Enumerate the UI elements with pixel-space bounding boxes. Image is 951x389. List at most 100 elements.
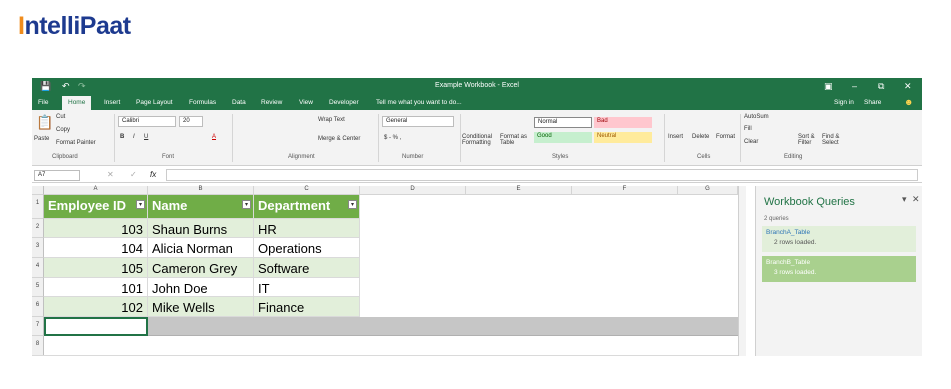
worksheet-grid[interactable]: A B C D E F G 1 2 3 4 5 6 7 8 Employee I… bbox=[32, 186, 746, 356]
font-size-select[interactable]: 20 bbox=[179, 116, 203, 127]
selected-row[interactable] bbox=[148, 317, 746, 336]
format-cells-button[interactable]: Format bbox=[716, 134, 735, 140]
tab-review[interactable]: Review bbox=[261, 99, 282, 106]
cut-button[interactable]: Cut bbox=[56, 114, 65, 120]
column-header[interactable]: D bbox=[360, 186, 466, 195]
tab-data[interactable]: Data bbox=[232, 99, 246, 106]
pane-close-icon[interactable]: ✕ bbox=[912, 194, 920, 205]
tab-home[interactable]: Home bbox=[62, 96, 92, 110]
query-item[interactable]: BranchB_Table 3 rows loaded. bbox=[762, 256, 916, 282]
accounting-format-button[interactable]: $ - % , bbox=[384, 135, 401, 141]
table-cell[interactable]: Operations bbox=[254, 238, 360, 258]
table-cell[interactable]: 102 bbox=[44, 297, 148, 317]
sort-filter-button[interactable]: Sort & Filter bbox=[798, 134, 822, 146]
filter-dropdown-icon[interactable]: ▾ bbox=[136, 200, 145, 209]
style-neutral[interactable]: Neutral bbox=[594, 132, 652, 143]
row-header[interactable]: 4 bbox=[32, 258, 44, 278]
table-cell[interactable]: IT bbox=[254, 278, 360, 297]
table-cell[interactable]: 101 bbox=[44, 278, 148, 297]
filter-dropdown-icon[interactable]: ▾ bbox=[242, 200, 251, 209]
italic-button[interactable]: I bbox=[133, 134, 135, 140]
conditional-formatting-button[interactable]: Conditional Formatting bbox=[462, 134, 502, 146]
query-name: BranchA_Table bbox=[766, 229, 811, 236]
paste-icon[interactable]: 📋 bbox=[36, 114, 53, 131]
row-header[interactable]: 7 bbox=[32, 317, 44, 336]
paste-button[interactable]: Paste bbox=[34, 136, 49, 142]
filter-dropdown-icon[interactable]: ▾ bbox=[348, 200, 357, 209]
minimize-icon[interactable]: – bbox=[852, 81, 857, 91]
style-good[interactable]: Good bbox=[534, 132, 592, 143]
fill-button[interactable]: Fill bbox=[744, 126, 752, 132]
tab-insert[interactable]: Insert bbox=[104, 99, 120, 106]
number-group-label: Number bbox=[402, 154, 424, 160]
table-cell[interactable]: Alicia Norman bbox=[148, 238, 254, 258]
active-cell[interactable] bbox=[44, 317, 148, 336]
table-cell[interactable]: Software bbox=[254, 258, 360, 278]
tell-me-search[interactable]: Tell me what you want to do... bbox=[376, 99, 462, 106]
column-header[interactable]: G bbox=[678, 186, 738, 195]
ribbon-display-icon[interactable]: ▣ bbox=[824, 81, 833, 92]
menu-bar: File Home Insert Page Layout Formulas Da… bbox=[32, 96, 922, 110]
column-header[interactable]: C bbox=[254, 186, 360, 195]
table-header-cell[interactable]: Employee ID ▾ bbox=[44, 195, 148, 219]
sign-in-link[interactable]: Sign in bbox=[834, 99, 854, 106]
column-header[interactable]: A bbox=[44, 186, 148, 195]
style-normal[interactable]: Normal bbox=[534, 117, 592, 128]
format-painter-button[interactable]: Format Painter bbox=[56, 140, 96, 146]
close-icon[interactable]: ✕ bbox=[904, 81, 912, 92]
table-cell[interactable]: Finance bbox=[254, 297, 360, 317]
wrap-text-button[interactable]: Wrap Text bbox=[318, 117, 345, 123]
restore-icon[interactable]: ⧉ bbox=[878, 81, 884, 92]
row-header[interactable]: 3 bbox=[32, 238, 44, 258]
column-header[interactable]: E bbox=[466, 186, 572, 195]
table-cell[interactable]: Shaun Burns bbox=[148, 219, 254, 238]
formula-input[interactable] bbox=[166, 169, 918, 181]
table-cell[interactable]: 104 bbox=[44, 238, 148, 258]
copy-button[interactable]: Copy bbox=[56, 127, 70, 133]
insert-function-icon[interactable]: fx bbox=[150, 170, 156, 179]
row-header[interactable]: 5 bbox=[32, 278, 44, 297]
pane-options-icon[interactable]: ▾ bbox=[902, 194, 907, 205]
style-bad[interactable]: Bad bbox=[594, 117, 652, 128]
number-format-select[interactable]: General bbox=[382, 116, 454, 127]
table-header-cell[interactable]: Department ▾ bbox=[254, 195, 360, 219]
tab-formulas[interactable]: Formulas bbox=[189, 99, 216, 106]
tab-page-layout[interactable]: Page Layout bbox=[136, 99, 173, 106]
merge-center-button[interactable]: Merge & Center bbox=[318, 136, 360, 142]
tab-file[interactable]: File bbox=[38, 99, 48, 106]
query-item[interactable]: BranchA_Table 2 rows loaded. bbox=[762, 226, 916, 252]
table-cell[interactable]: HR bbox=[254, 219, 360, 238]
bold-button[interactable]: B bbox=[120, 134, 124, 140]
tab-developer[interactable]: Developer bbox=[329, 99, 359, 106]
table-cell[interactable]: Cameron Grey bbox=[148, 258, 254, 278]
tab-view[interactable]: View bbox=[299, 99, 313, 106]
column-header[interactable]: F bbox=[572, 186, 678, 195]
autosum-button[interactable]: AutoSum bbox=[744, 114, 769, 120]
share-button[interactable]: Share bbox=[864, 99, 881, 106]
row-header[interactable]: 1 bbox=[32, 195, 44, 219]
underline-button[interactable]: U bbox=[144, 134, 148, 140]
enter-icon[interactable]: ✓ bbox=[130, 170, 137, 179]
row-header[interactable]: 8 bbox=[32, 336, 44, 356]
font-color-button[interactable]: A bbox=[212, 134, 216, 140]
cancel-icon[interactable]: ✕ bbox=[107, 170, 114, 179]
delete-cells-button[interactable]: Delete bbox=[692, 134, 709, 140]
table-cell[interactable]: 103 bbox=[44, 219, 148, 238]
table-cell[interactable]: Mike Wells bbox=[148, 297, 254, 317]
table-cell[interactable]: John Doe bbox=[148, 278, 254, 297]
vertical-scrollbar[interactable] bbox=[738, 186, 746, 356]
row-header[interactable]: 6 bbox=[32, 297, 44, 317]
table-header-cell[interactable]: Name ▾ bbox=[148, 195, 254, 219]
column-header[interactable]: B bbox=[148, 186, 254, 195]
smiley-icon[interactable]: ☻ bbox=[904, 97, 913, 107]
row-header[interactable]: 2 bbox=[32, 219, 44, 238]
format-as-table-button[interactable]: Format as Table bbox=[500, 134, 532, 146]
find-select-button[interactable]: Find & Select bbox=[822, 134, 848, 146]
select-all-corner[interactable] bbox=[32, 186, 44, 195]
name-box[interactable]: A7 bbox=[34, 170, 80, 181]
insert-cells-button[interactable]: Insert bbox=[668, 134, 683, 140]
font-name-select[interactable]: Calibri bbox=[118, 116, 176, 127]
clear-button[interactable]: Clear bbox=[744, 139, 758, 145]
formula-bar: A7 ✕ ✓ fx bbox=[32, 168, 922, 183]
table-cell[interactable]: 105 bbox=[44, 258, 148, 278]
